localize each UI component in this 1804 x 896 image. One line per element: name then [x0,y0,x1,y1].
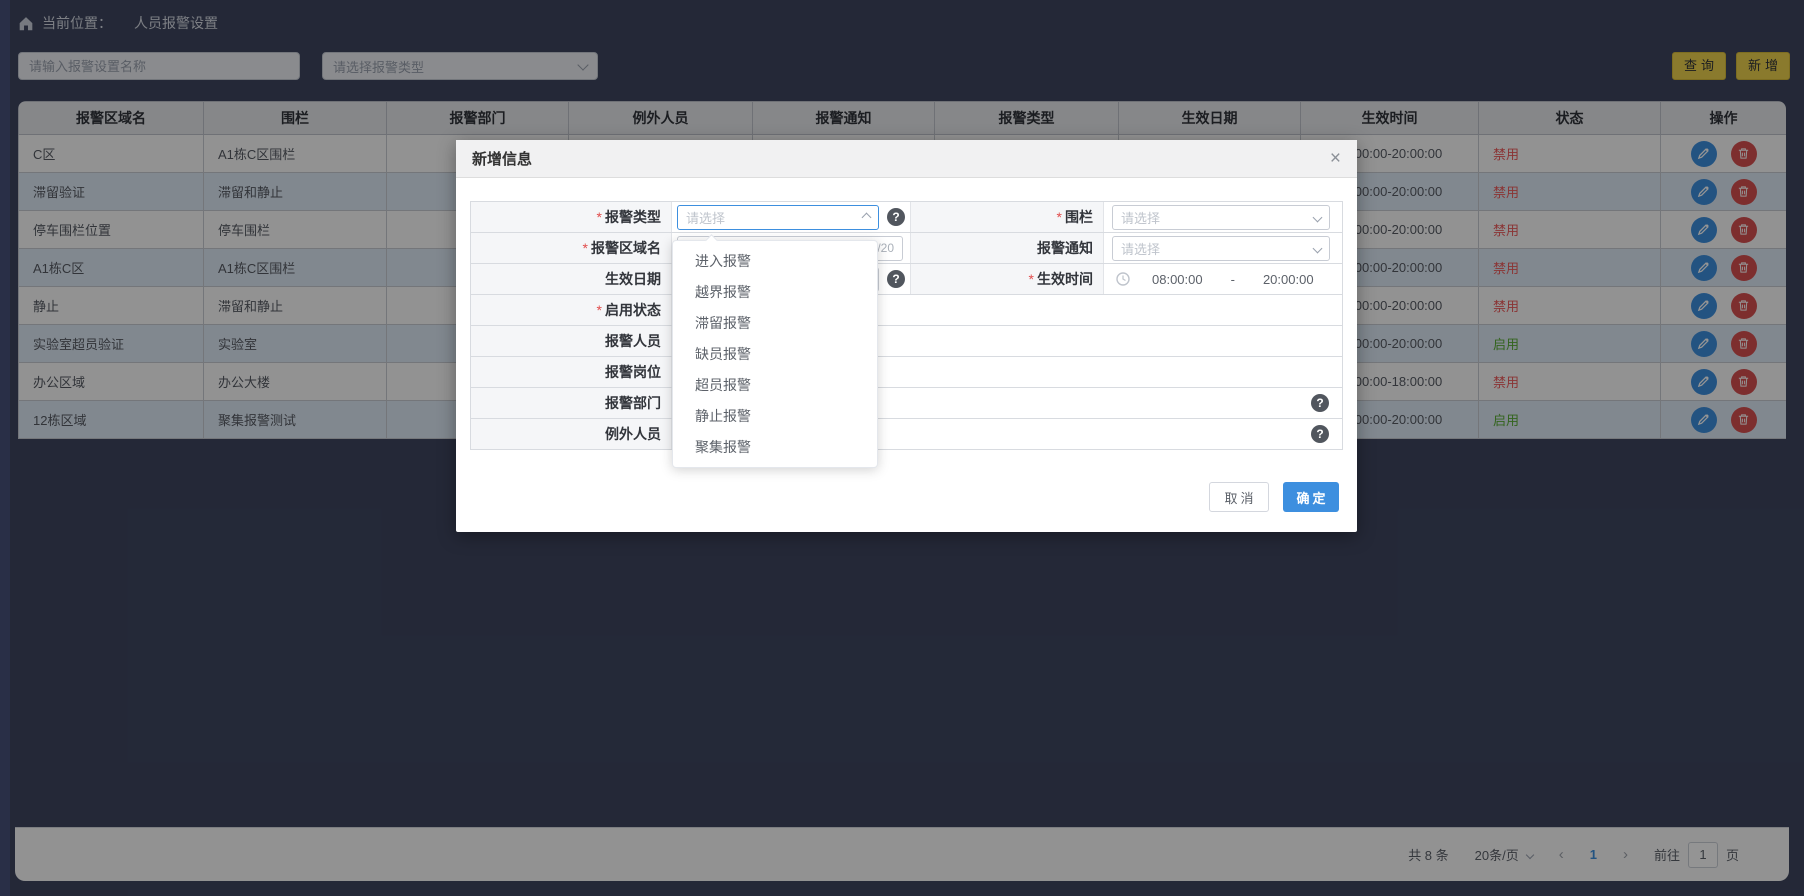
time-range-field[interactable]: 08:00:00 - 20:00:00 [1104,272,1342,287]
label-alarm-person: 报警人员 [471,326,672,356]
chevron-up-icon [862,212,872,222]
dropdown-option[interactable]: 缺员报警 [673,339,877,370]
label-effective-time: * 生效时间 [910,264,1104,294]
modal-form: * 报警类型 请选择 ? * 围栏 请选择 [470,201,1343,450]
help-icon[interactable]: ? [887,270,905,288]
modal-header: 新增信息 × [456,140,1357,178]
dropdown-option[interactable]: 滞留报警 [673,308,877,339]
dropdown-option[interactable]: 聚集报警 [673,432,877,463]
select-placeholder: 请选择 [1121,239,1160,258]
alarm-type-dropdown: 进入报警 越界报警 滞留报警 缺员报警 超员报警 静止报警 聚集报警 [672,240,878,468]
help-icon[interactable]: ? [1311,394,1329,412]
add-info-modal: 新增信息 × * 报警类型 请选择 ? * 围栏 [456,140,1357,532]
time-end[interactable]: 20:00:00 [1263,272,1314,287]
modal-title: 新增信息 [472,148,532,169]
clock-icon [1116,272,1130,286]
help-icon[interactable]: ? [887,208,905,226]
select-placeholder: 请选择 [686,208,725,227]
help-icon[interactable]: ? [1311,425,1329,443]
dropdown-option[interactable]: 静止报警 [673,401,877,432]
notify-field-select[interactable]: 请选择 [1112,236,1330,261]
label-alarm-type: * 报警类型 [471,202,672,232]
label-fence: * 围栏 [910,202,1104,232]
dropdown-option[interactable]: 超员报警 [673,370,877,401]
personnel-alarm-settings-page: 当前位置： 人员报警设置 请选择报警类型 查询 新增 报警区域名 围栏 报警部门… [0,0,1804,896]
time-separator: - [1231,272,1235,287]
chevron-down-icon [1313,243,1323,253]
cancel-button[interactable]: 取消 [1209,482,1269,512]
label-area-name: * 报警区域名 [471,233,672,263]
label-alarm-dept: 报警部门 [471,388,672,418]
label-except-person: 例外人员 [471,419,672,449]
time-start[interactable]: 08:00:00 [1152,272,1203,287]
confirm-button[interactable]: 确定 [1283,482,1339,512]
label-notify: 报警通知 [910,233,1104,263]
close-icon[interactable]: × [1330,149,1341,168]
dropdown-option[interactable]: 越界报警 [673,277,877,308]
chevron-down-icon [1313,212,1323,222]
fence-field-select[interactable]: 请选择 [1112,205,1330,230]
label-effective-date: 生效日期 [471,264,672,294]
dropdown-option[interactable]: 进入报警 [673,246,877,277]
alarm-type-field-select[interactable]: 请选择 [677,205,879,230]
label-alarm-post: 报警岗位 [471,357,672,387]
select-placeholder: 请选择 [1121,208,1160,227]
label-enable-status: * 启用状态 [471,295,672,325]
